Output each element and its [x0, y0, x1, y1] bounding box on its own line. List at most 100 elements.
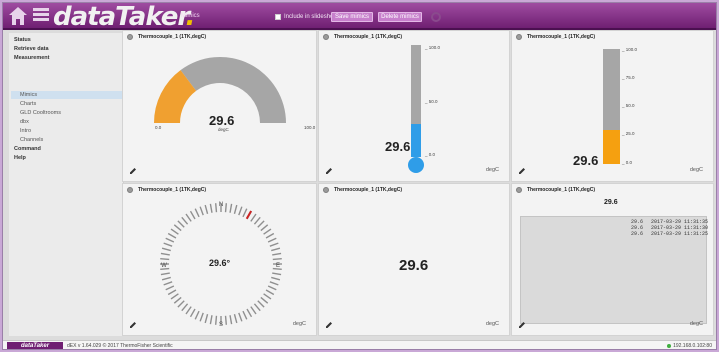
- compass-tick: [224, 315, 228, 325]
- sidebar-item-command[interactable]: Command: [14, 146, 41, 152]
- compass-tick: [272, 272, 282, 276]
- history-mimic-panel: Thermocouple_1 (1TK,degC) 29.6 29.6 2017-…: [511, 183, 714, 336]
- compass-tick: [177, 220, 185, 228]
- compass-tick: [199, 312, 204, 322]
- compass-tick: [160, 252, 170, 256]
- version-text: dEX v 1.64.029 © 2017 ThermoFisher Scien…: [67, 343, 173, 349]
- compass-tick: [209, 315, 213, 325]
- bar-value: 29.6: [573, 153, 599, 168]
- gauge-mimic-panel: Thermocouple_1 (1TK,degC) 29.6 degC 0.0 …: [122, 30, 317, 182]
- sidebar-item-retrieve-data[interactable]: Retrieve data: [14, 46, 49, 52]
- thermometer-track: [411, 45, 421, 127]
- sidebar-item-help[interactable]: Help: [14, 155, 26, 161]
- compass-tick: [265, 232, 275, 239]
- history-current-value: 29.6: [604, 199, 618, 206]
- compass-tick: [173, 296, 182, 304]
- compass-tick: [260, 224, 269, 232]
- compass-tick: [260, 296, 269, 304]
- compass-tick: [267, 237, 277, 243]
- sidebar-item-intro[interactable]: Intro: [20, 128, 31, 134]
- compass-tick: [194, 208, 200, 218]
- sidebar-item-dbx[interactable]: dbx: [20, 119, 29, 125]
- compass-tick: [209, 203, 213, 213]
- home-icon[interactable]: [8, 6, 28, 26]
- sidebar-item-measurement[interactable]: Measurement: [14, 55, 49, 61]
- compass-tick: [199, 206, 204, 216]
- ip-address: 192.168.0.102:80: [673, 343, 712, 349]
- sidebar-item-status[interactable]: Status: [14, 37, 31, 43]
- edit-pencil-icon[interactable]: [325, 321, 333, 329]
- include-slideshow-checkbox[interactable]: Include in slideshow: [275, 14, 338, 20]
- numeric-value: 29.6: [399, 257, 429, 274]
- thermometer-tick: _ 50.0: [425, 99, 438, 104]
- compass-tick: [263, 228, 272, 235]
- compass-tick: [160, 272, 170, 276]
- compass-tick: [214, 203, 218, 213]
- compass-tick: [271, 247, 281, 252]
- gauge-chart: [154, 57, 286, 123]
- sidebar-item-mimics[interactable]: Mimics: [20, 92, 37, 98]
- edit-pencil-icon[interactable]: [518, 321, 526, 329]
- connection-status: 192.168.0.102:80: [667, 343, 712, 349]
- panel-close-icon[interactable]: [516, 187, 522, 193]
- compass-tick: [163, 242, 173, 247]
- thermometer-fill: [411, 124, 421, 157]
- compass-tick: [263, 293, 272, 300]
- gauge-min-label: 0.0: [155, 125, 162, 130]
- compass-tick: [167, 232, 177, 239]
- sidebar-item-channels[interactable]: Channels: [20, 137, 43, 143]
- compass-tick: [163, 281, 173, 286]
- gauge-max-label: 100.0: [304, 125, 316, 130]
- history-unit: degC: [689, 321, 703, 327]
- checkbox-box[interactable]: [275, 14, 281, 20]
- thermometer-mimic-panel: Thermocouple_1 (1TK,degC) _ 100.0 _ 50.0…: [318, 30, 510, 182]
- include-slideshow-label: Include in slideshow: [284, 14, 338, 20]
- edit-pencil-icon[interactable]: [325, 167, 333, 175]
- compass-tick: [181, 216, 189, 225]
- compass-unit: degC: [292, 321, 306, 327]
- bar-mimic-panel: Thermocouple_1 (1TK,degC) _ 100.0 _ 75.0…: [511, 30, 714, 182]
- panel-title: Thermocouple_1 (1TK,degC): [334, 187, 403, 193]
- compass-needle-marker: [245, 210, 252, 220]
- panel-close-icon[interactable]: [323, 34, 329, 40]
- compass-tick: [167, 289, 177, 296]
- status-bar: dataTaker dEX v 1.64.029 © 2017 ThermoFi…: [3, 340, 716, 349]
- compass-tick: [265, 289, 275, 296]
- panel-close-icon[interactable]: [516, 34, 522, 40]
- bar-fill: [603, 130, 620, 164]
- compass-tick: [177, 300, 185, 308]
- panel-title: Thermocouple_1 (1TK,degC): [527, 187, 596, 193]
- compass-west-label: W: [161, 263, 167, 269]
- current-page-label: Mimics: [181, 13, 200, 19]
- compass-tick: [224, 203, 228, 213]
- compass-value: 29.6°: [209, 258, 231, 268]
- save-mimics-button[interactable]: Save mimics: [331, 12, 373, 22]
- compass-tick: [246, 308, 253, 318]
- header-bar: dataTaker. Mimics Include in slideshow S…: [3, 2, 716, 32]
- panel-title: Thermocouple_1 (1TK,degC): [334, 34, 403, 40]
- gauge-value: 29.6: [209, 113, 235, 128]
- compass-tick: [161, 276, 171, 281]
- compass-tick: [214, 315, 218, 325]
- delete-mimics-button[interactable]: Delete mimics: [378, 12, 422, 22]
- menu-icon[interactable]: [33, 8, 49, 24]
- bar-tick: _ 25.0: [622, 131, 635, 136]
- bar-tick: _ 0.0: [622, 160, 633, 165]
- edit-pencil-icon[interactable]: [129, 167, 137, 175]
- bar-unit: degC: [689, 167, 703, 173]
- sidebar-item-gld-cooltrooms[interactable]: GLD Cooltrooms: [20, 110, 61, 116]
- edit-pencil-icon[interactable]: [518, 167, 526, 175]
- compass-tick: [238, 312, 243, 322]
- bar-tick: _ 50.0: [622, 103, 635, 108]
- compass-tick: [267, 285, 277, 291]
- history-log[interactable]: 29.6 2017-03-29 11:31:35 29.6 2017-03-29 1…: [520, 216, 708, 324]
- edit-pencil-icon[interactable]: [129, 321, 137, 329]
- compass-tick: [272, 257, 282, 261]
- connection-status-icon: [667, 344, 672, 348]
- panel-close-icon[interactable]: [323, 187, 329, 193]
- compass-tick: [250, 213, 257, 222]
- brand-logo: dataTaker.: [53, 2, 195, 32]
- compass-east-label: E: [276, 263, 280, 269]
- compass-tick: [253, 303, 261, 312]
- sidebar-item-charts[interactable]: Charts: [20, 101, 36, 107]
